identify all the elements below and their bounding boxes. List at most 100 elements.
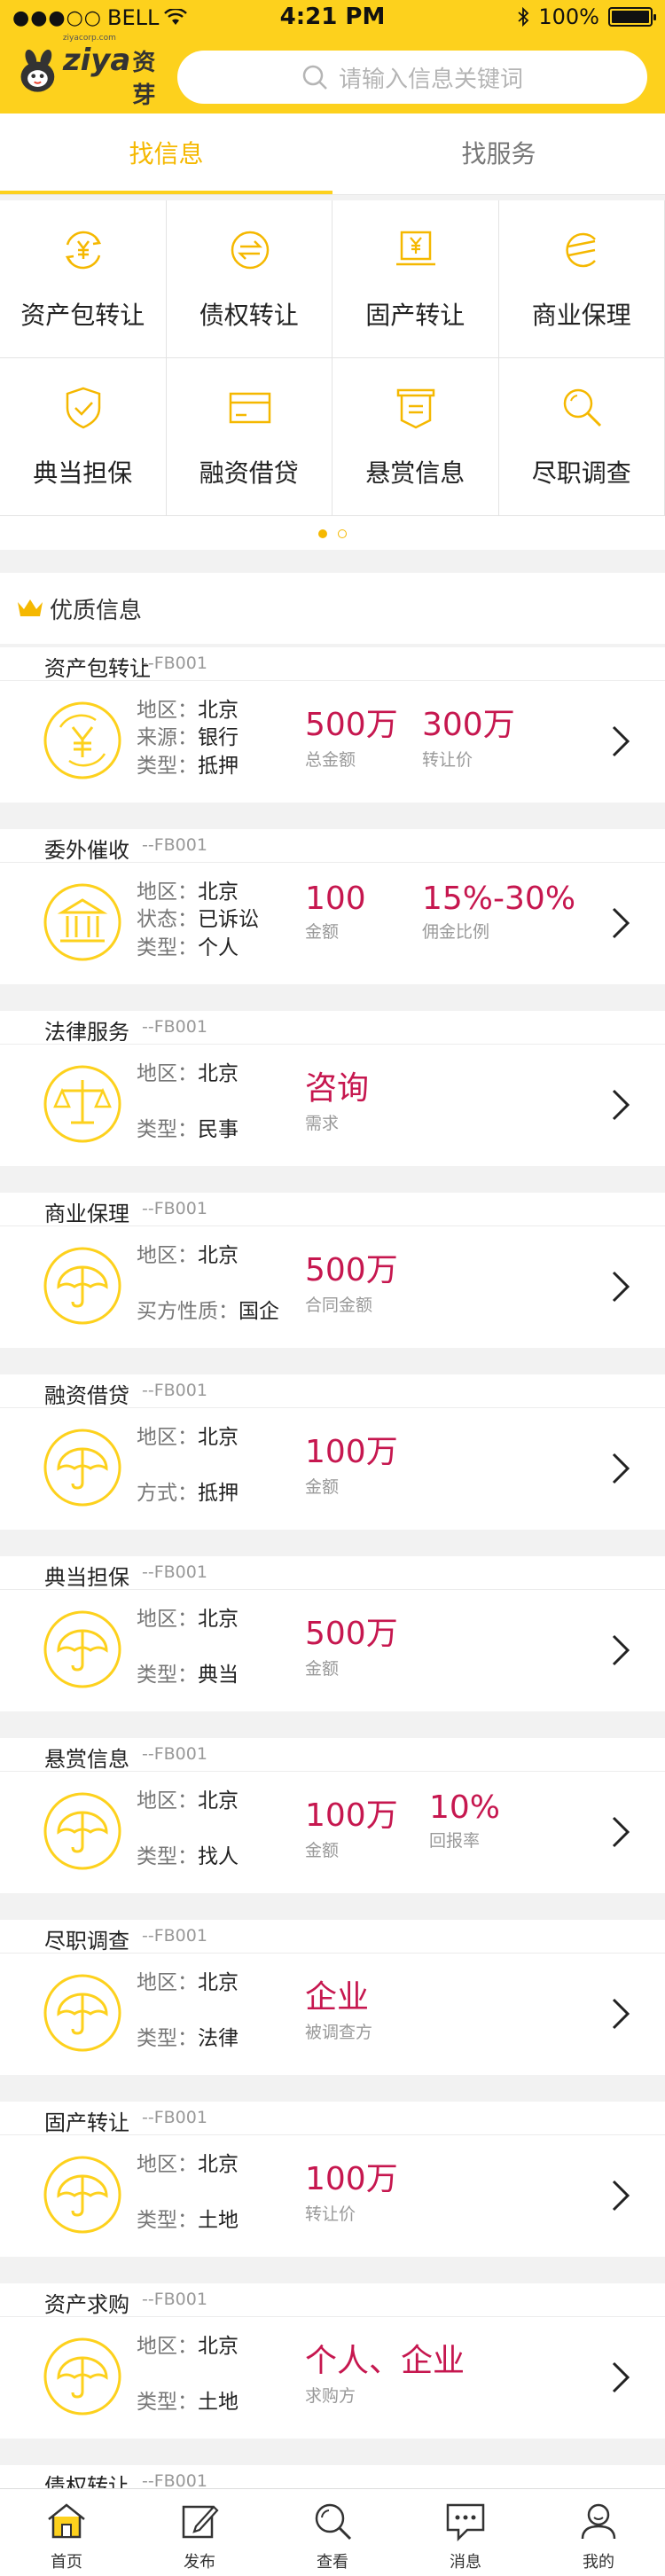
laptop-yen-icon [396, 231, 435, 266]
listing-title: 资产包转让 [44, 656, 151, 681]
listing-card[interactable]: 悬赏信息 --FB001 地区：北京 类型：找人 100万 金额 10% 回报率 [0, 1738, 665, 1893]
page-dot-active[interactable] [318, 529, 327, 538]
meta-value: 找人 [198, 1845, 239, 1868]
category-financing-loan[interactable]: 融资借贷 [166, 358, 332, 516]
listing-header: 资产求购 --FB001 [0, 2283, 665, 2317]
meta-key: 类型： [137, 1118, 198, 1141]
value-caption: 金额 [305, 1659, 340, 1679]
chevron-right-icon[interactable] [610, 1451, 631, 1486]
page-dot[interactable] [338, 529, 347, 538]
logo-mascot-icon [20, 49, 55, 92]
umbrella-icon [43, 1247, 121, 1325]
listing-header: 典当担保 --FB001 [0, 1556, 665, 1590]
chevron-right-icon[interactable] [610, 905, 631, 941]
listing-meta: 地区：北京 类型：找人 [137, 1788, 239, 1868]
listing-card[interactable]: 资产求购 --FB001 地区：北京 类型：土地 个人、企业 求购方 [0, 2283, 665, 2439]
listing-card[interactable]: 商业保理 --FB001 地区：北京 买方性质：国企 500万 合同金额 [0, 1193, 665, 1348]
meta-key: 地区： [137, 1971, 198, 1994]
chevron-right-icon[interactable] [610, 1814, 631, 1850]
meta-key: 类型： [137, 2027, 198, 2050]
category-due-diligence[interactable]: 尽职调查 [498, 358, 665, 516]
category-label: 融资借贷 [199, 458, 299, 488]
nav-view[interactable]: 查看 [266, 2489, 399, 2576]
listing-value-primary: 100 金额 [305, 881, 366, 943]
nav-home[interactable]: 首页 [0, 2489, 133, 2576]
listing-card[interactable]: 固产转让 --FB001 地区：北京 类型：土地 100万 转让价 [0, 2102, 665, 2257]
listing-meta: 地区：北京 类型：法律 [137, 1969, 239, 2050]
nav-label: 查看 [317, 2553, 348, 2572]
tab-find-service[interactable]: 找服务 [332, 114, 665, 194]
listing-value-primary: 咨询 需求 [305, 1062, 369, 1134]
chevron-right-icon[interactable] [610, 2360, 631, 2395]
section-title: 优质信息 [50, 597, 143, 624]
nav-label: 消息 [450, 2553, 481, 2572]
umbrella-icon [43, 1792, 121, 1870]
tab-find-info[interactable]: 找信息 [0, 114, 332, 194]
app-logo[interactable]: ziyacorp.com ziya 资芽 [14, 34, 172, 109]
logo-en: ziya [62, 43, 131, 78]
meta-key: 买方性质： [137, 1300, 239, 1323]
chevron-right-icon[interactable] [610, 1269, 631, 1304]
meta-key: 地区： [137, 1608, 198, 1631]
nav-publish[interactable]: 发布 [133, 2489, 266, 2576]
listing-card[interactable]: 典当担保 --FB001 地区：北京 类型：典当 500万 金额 [0, 1556, 665, 1711]
logo-cn: 资芽 [132, 50, 156, 109]
category-factoring[interactable]: 商业保理 [498, 200, 665, 358]
search-input[interactable]: 请输入信息关键词 [177, 51, 647, 104]
listing-value-primary: 100万 金额 [305, 1789, 398, 1861]
category-label: 资产包转让 [20, 301, 145, 330]
chevron-right-icon[interactable] [610, 1633, 631, 1668]
category-pawn-guarantee[interactable]: 典当担保 [0, 358, 167, 516]
listing-card[interactable]: 资产包转让 --FB001 地区：北京 来源：银行 类型：抵押 500万 总金额 300万 转让… [0, 647, 665, 803]
message-icon [446, 2503, 485, 2542]
chevron-right-icon[interactable] [610, 2178, 631, 2213]
listing-title: 悬赏信息 [44, 1747, 129, 1772]
listing-meta: 地区：北京 买方性质：国企 [137, 1242, 279, 1323]
listing-card[interactable]: 委外催收 --FB001 地区：北京 状态：已诉讼 类型：个人 100 金额 15%-30% 佣… [0, 829, 665, 984]
listing-meta: 地区：北京 类型：土地 [137, 2333, 239, 2414]
listing-value-primary: 500万 金额 [305, 1608, 398, 1679]
listing-code: --FB001 [142, 1744, 207, 1764]
umbrella-icon [43, 1974, 121, 2052]
meta-key: 类型： [137, 2391, 198, 2414]
category-fixed-asset[interactable]: 固产转让 [332, 200, 499, 358]
value-number: 咨询 [305, 1070, 370, 1107]
nav-profile[interactable]: 我的 [532, 2489, 665, 2576]
meta-key: 地区： [137, 699, 198, 722]
chevron-right-icon[interactable] [610, 1996, 631, 2032]
meta-key: 地区： [137, 1062, 198, 1085]
listing-card[interactable]: 法律服务 --FB001 地区：北京 类型：民事 咨询 需求 [0, 1011, 665, 1166]
listing-value-secondary: 15%-30% 佣金比例 [422, 881, 575, 943]
category-asset-package[interactable]: 资产包转让 [0, 200, 167, 358]
category-debt-transfer[interactable]: 债权转让 [166, 200, 332, 358]
user-icon [581, 2503, 616, 2540]
edit-icon [182, 2505, 219, 2539]
grid-pager [0, 518, 665, 550]
value-caption: 合同金额 [305, 1296, 373, 1315]
category-reward-info[interactable]: 悬赏信息 [332, 358, 499, 516]
nav-messages[interactable]: 消息 [399, 2489, 532, 2576]
listing-header: 悬赏信息 --FB001 [0, 1738, 665, 1772]
value-number: 15%-30% [422, 881, 576, 917]
value-number: 100万 [305, 2161, 398, 2197]
shield-check-icon [66, 387, 101, 429]
category-label: 典当担保 [33, 458, 133, 488]
listing-value-secondary: 10% 回报率 [429, 1789, 500, 1852]
listing-card[interactable]: 融资借贷 --FB001 地区：北京 方式：抵押 100万 金额 [0, 1374, 665, 1530]
chevron-right-icon[interactable] [610, 1087, 631, 1123]
meta-value: 民事 [198, 1118, 239, 1141]
value-number: 500万 [305, 707, 398, 743]
chevron-right-icon[interactable] [610, 724, 631, 759]
listing-card[interactable]: 尽职调查 --FB001 地区：北京 类型：法律 企业 被调查方 [0, 1920, 665, 2075]
value-number: 10% [429, 1789, 501, 1826]
category-grid: 资产包转让 债权转让 固产转让 商业保理 典当担保 融资借贷 悬赏信息 尽职调查 [0, 200, 665, 518]
listing-code: --FB001 [142, 835, 207, 855]
scales-icon [43, 1065, 121, 1143]
value-caption: 转让价 [305, 2204, 356, 2224]
value-caption: 需求 [305, 1114, 340, 1133]
meta-key: 类型： [137, 2209, 198, 2232]
value-caption: 被调查方 [305, 2023, 373, 2042]
meta-value: 北京 [198, 881, 239, 904]
value-number: 100 [305, 881, 366, 917]
listing-code: --FB001 [142, 1199, 207, 1218]
